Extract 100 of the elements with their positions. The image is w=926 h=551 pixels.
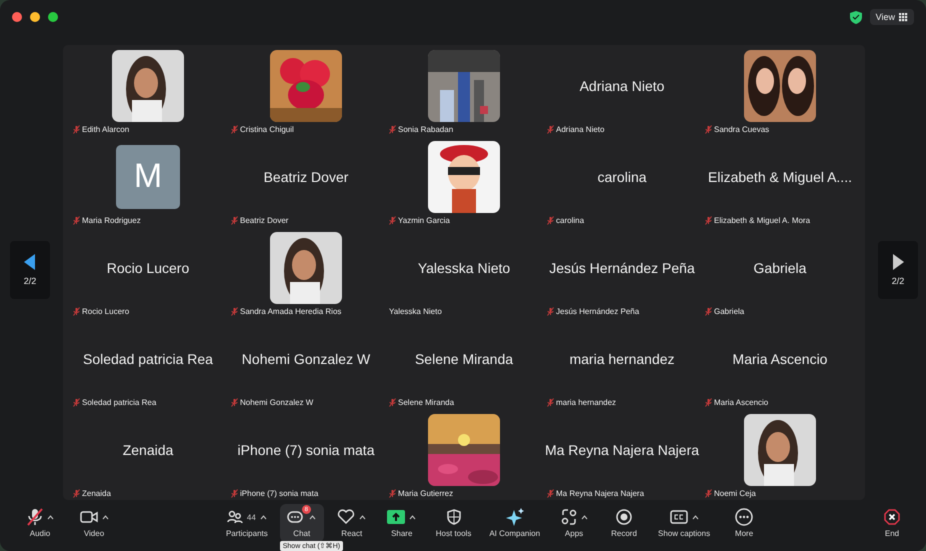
record-icon	[616, 509, 632, 525]
participant-name: Zenaida	[82, 489, 111, 498]
participant-display-name: Yalesska Nieto	[418, 260, 510, 276]
participant-name: Edith Alarcon	[82, 125, 130, 134]
caret-icon[interactable]	[409, 514, 416, 520]
apps-button[interactable]: Apps	[552, 504, 596, 542]
more-button[interactable]: More	[722, 504, 766, 542]
muted-mic-icon	[705, 125, 712, 134]
muted-mic-icon	[389, 216, 396, 225]
participant-name: carolina	[556, 216, 584, 225]
participant-display-name: Gabriela	[754, 260, 806, 276]
muted-mic-icon	[73, 216, 80, 225]
caret-icon[interactable]	[102, 514, 108, 520]
caret-icon[interactable]	[359, 514, 366, 520]
participant-name: maria hernandez	[556, 398, 616, 407]
caret-icon[interactable]	[692, 514, 699, 520]
muted-mic-icon	[231, 489, 238, 498]
participant-count: 44	[246, 512, 256, 522]
shield-check-icon	[850, 10, 862, 24]
right-triangle-icon	[892, 254, 904, 270]
participant-name: Rocio Lucero	[82, 307, 130, 316]
participant-display-name: Jesús Hernández Peña	[549, 260, 695, 276]
participant-name: Yalesska Nieto	[389, 307, 442, 316]
muted-mic-icon	[705, 307, 712, 316]
share-screen-icon	[387, 510, 406, 524]
caret-icon[interactable]	[580, 514, 588, 520]
participant-name: Selene Miranda	[398, 398, 454, 407]
video-camera-icon	[80, 510, 98, 524]
caret-icon[interactable]	[309, 514, 316, 520]
participant-display-name: Rocio Lucero	[106, 260, 190, 276]
share-button[interactable]: Share	[380, 504, 424, 542]
zoom-button[interactable]	[48, 12, 58, 22]
muted-mic-icon	[389, 125, 396, 134]
participant-display-name: Elizabeth & Miguel A....	[708, 168, 852, 184]
participant-name: Beatriz Dover	[240, 216, 288, 225]
audio-button[interactable]: Audio	[18, 504, 62, 542]
participant-name: Elizabeth & Miguel A. Mora	[714, 216, 810, 225]
previous-page-button[interactable]: 2/2	[10, 241, 50, 299]
minimize-button[interactable]	[30, 12, 40, 22]
participant-display-name: maria hernandez	[569, 350, 675, 366]
participant-name: Sandra Amada Heredia Rios	[240, 307, 342, 316]
participant-name: Soledad patricia Rea	[82, 398, 156, 407]
participants-icon	[226, 510, 243, 524]
participant-display-name: Adriana Nieto	[580, 78, 664, 94]
participant-name: Ma Reyna Najera Najera	[556, 489, 644, 498]
video-button[interactable]: Video	[72, 504, 116, 542]
participant-display-name: Ma Reyna Najera Najera	[544, 442, 700, 458]
muted-mic-icon	[73, 307, 80, 316]
muted-mic-icon	[547, 489, 554, 498]
next-page-button[interactable]: 2/2	[878, 241, 918, 299]
record-button[interactable]: Record	[602, 504, 646, 542]
muted-mic-icon	[73, 489, 80, 498]
participant-name: Sandra Cuevas	[714, 125, 770, 134]
muted-mic-icon	[73, 398, 80, 407]
host-button[interactable]: Host tools	[430, 504, 478, 542]
close-icon	[884, 509, 900, 525]
muted-mic-icon	[705, 489, 712, 498]
muted-mic-icon	[231, 125, 238, 134]
participant-name: Jesús Hernández Peña	[556, 307, 640, 316]
muted-mic-icon	[231, 307, 238, 316]
muted-mic-icon	[547, 125, 554, 134]
caret-icon[interactable]	[260, 514, 267, 520]
participant-name: Maria Rodriguez	[82, 216, 141, 225]
muted-mic-icon	[547, 398, 554, 407]
participant-display-name: Zenaida	[122, 442, 174, 458]
heart-icon	[337, 509, 356, 525]
muted-mic-icon	[231, 398, 238, 407]
left-triangle-icon	[24, 254, 36, 270]
muted-mic-icon	[547, 307, 554, 316]
ai-button[interactable]: AI Companion	[483, 504, 546, 542]
more-icon	[735, 508, 754, 526]
participant-display-name: iPhone (7) sonia mata	[238, 442, 374, 458]
muted-mic-icon	[73, 125, 80, 134]
participant-name: iPhone (7) sonia mata	[240, 489, 318, 498]
close-button[interactable]	[12, 12, 22, 22]
participant-display-name: Nohemi Gonzalez W	[242, 350, 370, 366]
muted-mic-icon	[705, 216, 712, 225]
shield-icon	[446, 509, 461, 525]
apps-icon	[560, 509, 577, 525]
muted-mic-icon	[231, 216, 238, 225]
muted-mic-icon	[389, 489, 396, 498]
closed-captions-icon	[670, 510, 688, 524]
caret-icon[interactable]	[46, 514, 54, 520]
captions-button[interactable]: Show captions	[652, 504, 716, 542]
participant-display-name: carolina	[597, 168, 647, 184]
participants-button[interactable]: 44 Participants	[220, 504, 274, 542]
participant-name: Gabriela	[714, 307, 744, 316]
participant-name: Cristina Chiguil	[240, 125, 294, 134]
participant-name: Nohemi Gonzalez W	[240, 398, 314, 407]
participant-display-name: Maria Ascencio	[732, 350, 828, 366]
end-button[interactable]: End	[870, 504, 914, 542]
participant-name: Maria Ascencio	[714, 398, 768, 407]
participant-name: Sonia Rabadan	[398, 125, 454, 134]
participant-name: Maria Gutierrez	[398, 489, 454, 498]
participant-name: Adriana Nieto	[556, 125, 604, 134]
participant-name: Yazmin Garcia	[398, 216, 450, 225]
participant-display-name: Selene Miranda	[414, 350, 514, 366]
participant-display-name: Beatriz Dover	[264, 168, 348, 184]
view-button[interactable]: View	[870, 9, 914, 25]
participant-name: Noemi Ceja	[714, 489, 756, 498]
